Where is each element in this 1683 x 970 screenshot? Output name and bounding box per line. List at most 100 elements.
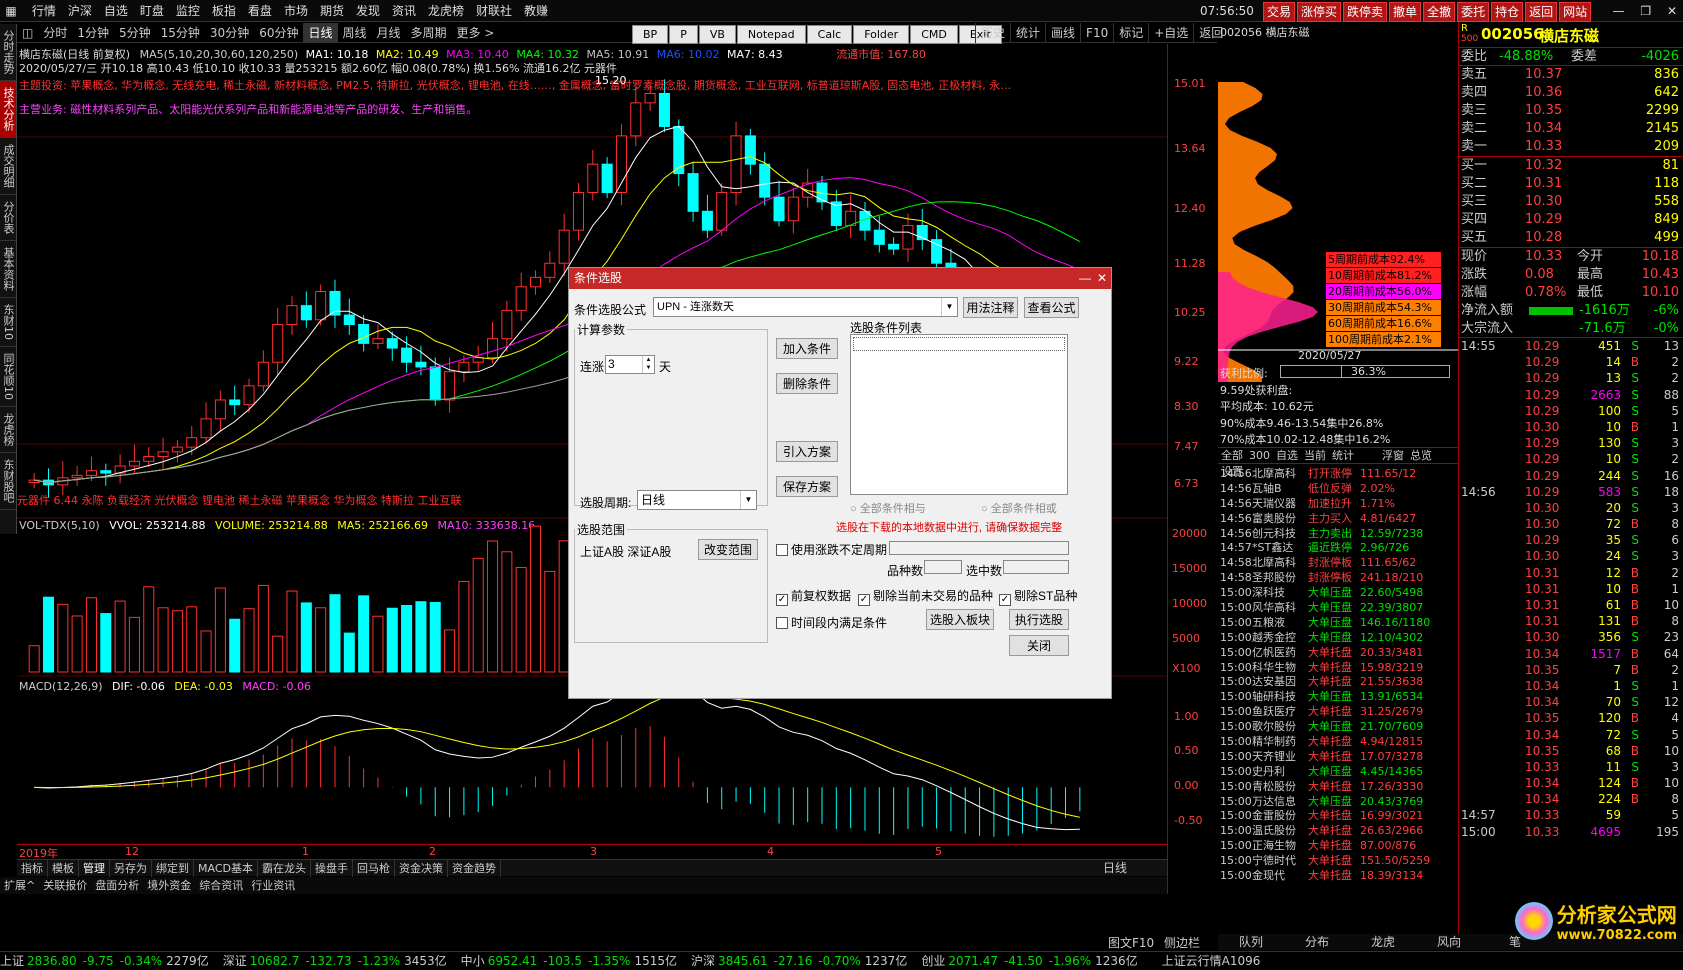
ext-tab[interactable]: 境外资金: [143, 877, 195, 894]
indicator-tab[interactable]: 霸在龙头: [258, 860, 311, 877]
restore-icon[interactable]: ❐: [1640, 0, 1651, 22]
alert-row[interactable]: 15:00 精华制药 大单托盘 4.94/12815: [1220, 734, 1456, 749]
alert-row[interactable]: 15:00 歌尔股份 大单压盘 21.70/7609: [1220, 719, 1456, 734]
alert-row[interactable]: 15:00 史丹利 大单压盘 4.45/14365: [1220, 764, 1456, 779]
period-tab[interactable]: 周线: [338, 23, 372, 43]
close-button[interactable]: 关闭: [1009, 635, 1069, 656]
left-tab[interactable]: 东财股吧: [0, 453, 16, 510]
alert-row[interactable]: 15:00 金雷股份 大单托盘 16.99/3021: [1220, 808, 1456, 823]
f10-tab[interactable]: 图文F10: [1108, 936, 1154, 950]
tool-button[interactable]: BP: [632, 25, 669, 44]
layout-icon[interactable]: ◫: [17, 23, 38, 43]
alert-row[interactable]: 14:56 天瑞仪器 加速拉升 1.71%: [1220, 496, 1456, 511]
alert-row[interactable]: 15:00 金现代 大单托盘 18.39/3134: [1220, 868, 1456, 883]
trade-tab[interactable]: 委托: [1457, 2, 1490, 22]
alert-tab[interactable]: 统计: [1329, 448, 1357, 464]
period-tab[interactable]: 日线: [303, 23, 338, 43]
menu-item[interactable]: 行情: [26, 0, 62, 22]
period-tab[interactable]: 更多 >: [452, 23, 500, 43]
period-tab[interactable]: 1分钟: [72, 23, 114, 43]
left-tab[interactable]: 技术分析: [0, 81, 16, 138]
alert-tab[interactable]: 当前: [1301, 448, 1329, 464]
alert-row[interactable]: 15:00 五粮液 大单压盘 146.16/1180: [1220, 615, 1456, 630]
condition-list-row[interactable]: [853, 337, 1065, 351]
indicator-tab[interactable]: MACD基本: [194, 860, 258, 877]
ext-tab[interactable]: 盘面分析: [91, 877, 143, 894]
alert-row[interactable]: 14:57 *ST鑫达 逼近跌停 2.96/726: [1220, 540, 1456, 555]
alert-tab[interactable]: 总览: [1407, 448, 1435, 464]
menu-item[interactable]: 看盘: [242, 0, 278, 22]
bottom-right-tab[interactable]: 风向: [1416, 934, 1482, 950]
menu-item[interactable]: 期货: [314, 0, 350, 22]
ext-tab[interactable]: 关联报价: [39, 877, 91, 894]
chart-tool[interactable]: F10: [1080, 23, 1113, 43]
chart-tool[interactable]: 画线: [1045, 23, 1080, 43]
menu-item[interactable]: 财联社: [470, 0, 518, 22]
ext-tab[interactable]: 综合资讯: [195, 877, 247, 894]
ext-tab[interactable]: 行业资讯: [247, 877, 299, 894]
alert-row[interactable]: 15:00 轴研科技 大单压盘 13.91/6534: [1220, 689, 1456, 704]
indicator-tab[interactable]: 模板: [48, 860, 79, 877]
indicator-tab[interactable]: 指标: [17, 860, 48, 877]
chart-tool[interactable]: 统计: [1010, 23, 1045, 43]
add-condition-button[interactable]: 加入条件: [776, 338, 838, 359]
left-tab[interactable]: 基本资料: [0, 241, 16, 298]
index-item[interactable]: 深证 10682.7 -132.73 -1.23% 3453亿: [223, 952, 447, 970]
menu-item[interactable]: 板指: [206, 0, 242, 22]
alert-row[interactable]: 14:58 圣邦股份 封涨停板 241.18/210: [1220, 570, 1456, 585]
alert-row[interactable]: 14:56 创元科技 主力卖出 12.59/7238: [1220, 526, 1456, 541]
alert-row[interactable]: 15:00 天齐锂业 大单托盘 17.07/3278: [1220, 749, 1456, 764]
period-tab[interactable]: 多周期: [406, 23, 452, 43]
menu-item[interactable]: 盯盘: [134, 0, 170, 22]
app-menu-icon[interactable]: ▦: [0, 0, 22, 22]
left-tab[interactable]: 分时走势: [0, 24, 16, 81]
trade-tab[interactable]: 跌停卖: [1343, 2, 1388, 22]
change-range-button[interactable]: 改变范围: [698, 539, 758, 560]
period-tab[interactable]: 月线: [372, 23, 406, 43]
period-tab[interactable]: 5分钟: [114, 23, 156, 43]
left-tab[interactable]: 成交明细: [0, 138, 16, 195]
period-tab[interactable]: 15分钟: [156, 23, 205, 43]
alert-tab[interactable]: 全部: [1218, 448, 1246, 464]
radio-or[interactable]: ○ 全部条件相或: [981, 500, 1057, 516]
tool-button[interactable]: Folder: [853, 25, 910, 44]
indicator-tab[interactable]: 管理: [79, 860, 110, 877]
tool-button[interactable]: Calc: [806, 25, 853, 44]
left-tab[interactable]: 同花顺10: [0, 347, 16, 407]
menu-item[interactable]: 市场: [278, 0, 314, 22]
minimize-icon[interactable]: —: [1613, 0, 1625, 22]
menu-item[interactable]: 监控: [170, 0, 206, 22]
alert-row[interactable]: 15:00 亿帆医药 大单托盘 20.33/3481: [1220, 645, 1456, 660]
cb-st[interactable]: ✓ 剔除ST品种: [999, 587, 1077, 606]
tool-button[interactable]: VB: [698, 25, 736, 44]
alert-row[interactable]: 14:56 瓦轴B 低位反弹 2.02%: [1220, 481, 1456, 496]
trade-tab[interactable]: 网站: [1559, 2, 1592, 22]
alert-row[interactable]: 15:00 温氏股份 大单托盘 26.63/2966: [1220, 823, 1456, 838]
formula-select[interactable]: UPN - 连涨数天 ▼: [653, 297, 958, 317]
chart-tool[interactable]: 历史: [975, 23, 1010, 43]
import-scheme-button[interactable]: 引入方案: [776, 441, 838, 462]
chart-tool[interactable]: +自选: [1148, 23, 1193, 43]
menu-item[interactable]: 发现: [350, 0, 386, 22]
dialog-close-icon[interactable]: ✕: [1097, 268, 1107, 289]
ext-tab[interactable]: 扩展^: [0, 877, 39, 894]
alert-row[interactable]: 15:00 越秀金控 大单压盘 12.10/4302: [1220, 630, 1456, 645]
close-icon[interactable]: ✕: [1667, 0, 1677, 22]
to-block-button[interactable]: 选股入板块: [926, 609, 994, 630]
spinner-icon[interactable]: ▲ ▼: [642, 356, 654, 373]
indicator-tab[interactable]: 资金决策: [395, 860, 448, 877]
alert-row[interactable]: 14:58 北摩高科 封涨停板 111.65/62: [1220, 555, 1456, 570]
indicator-tab[interactable]: 另存为: [110, 860, 152, 877]
bottom-right-tab[interactable]: 龙虎: [1350, 934, 1416, 950]
alert-row[interactable]: 15:00 风华高科 大单压盘 22.39/3807: [1220, 600, 1456, 615]
trade-tab[interactable]: 持仓: [1491, 2, 1524, 22]
indicator-tab[interactable]: 回马枪: [353, 860, 395, 877]
cb-uncertain[interactable]: 使用涨跌不定周期: [776, 541, 887, 558]
trade-tab[interactable]: 撤单: [1389, 2, 1422, 22]
index-item[interactable]: 创业 2071.47 -41.50 -1.96% 1236亿: [921, 952, 1137, 970]
usage-button[interactable]: 用法注释: [963, 297, 1018, 318]
alert-row[interactable]: 15:00 科华生物 大单托盘 15.98/3219: [1220, 660, 1456, 675]
save-scheme-button[interactable]: 保存方案: [776, 476, 838, 497]
execute-button[interactable]: 执行选股: [1009, 609, 1069, 630]
alert-row[interactable]: 14:56 北摩高科 打开涨停 111.65/12: [1220, 466, 1456, 481]
